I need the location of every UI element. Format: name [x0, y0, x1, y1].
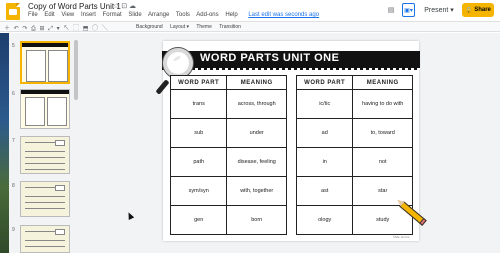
- slides-logo-icon[interactable]: [6, 3, 20, 20]
- table-row: trans across, through: [169, 89, 287, 119]
- meaning-cell: with, together: [226, 176, 287, 206]
- share-button[interactable]: 🔒 Share: [462, 3, 494, 17]
- menu-help[interactable]: Help: [225, 12, 237, 18]
- word-part-cell: ology: [295, 205, 354, 235]
- table-row: ology study: [295, 205, 413, 235]
- table-row: sym/syn with, together: [169, 176, 287, 206]
- slide-number: 9: [12, 227, 15, 233]
- meaning-cell: across, through: [226, 89, 287, 119]
- word-part-cell: sym/syn: [169, 176, 228, 206]
- table-row: sub under: [169, 118, 287, 148]
- menu-arrange[interactable]: Arrange: [148, 12, 169, 18]
- word-parts-table-right[interactable]: WORD PART MEANING ic/tic having to do wi…: [295, 75, 413, 235]
- meaning-cell: under: [226, 118, 287, 148]
- slide-thumbnail-9[interactable]: [20, 225, 70, 253]
- slide-title[interactable]: WORD PARTS UNIT ONE: [200, 52, 339, 64]
- meaning-cell: born: [226, 205, 287, 235]
- column-header-meaning: MEANING: [352, 75, 413, 90]
- word-part-cell: ic/tic: [295, 89, 354, 119]
- word-parts-table-left[interactable]: WORD PART MEANING trans across, through …: [169, 75, 287, 235]
- word-part-cell: in: [295, 147, 354, 177]
- star-move-cloud-icons[interactable]: ☆ ⊡ ☁: [113, 2, 136, 10]
- toolbar: ＋ ↶ ↷ ⎙ ⊞ ⤢ ▾ ↖ ⬚ ⬒ ◯ ╲ Background Layou…: [0, 21, 500, 32]
- present-label: Present: [424, 6, 449, 14]
- table-row: path disease, feeling: [169, 147, 287, 177]
- word-part-cell: path: [169, 147, 228, 177]
- word-part-cell: ad: [295, 118, 354, 148]
- column-header-word-part: WORD PART: [169, 75, 228, 90]
- toolbar-icons[interactable]: ＋ ↶ ↷ ⎙ ⊞ ⤢ ▾ ↖ ⬚ ⬒ ◯ ╲: [4, 23, 109, 33]
- background-button[interactable]: Background: [136, 24, 163, 30]
- word-part-cell: trans: [169, 89, 228, 119]
- meaning-cell: having to do with: [352, 89, 413, 119]
- menu-slide[interactable]: Slide: [128, 12, 141, 18]
- transition-button[interactable]: Transition: [219, 24, 241, 30]
- column-header-meaning: MEANING: [226, 75, 287, 90]
- slide-number: 8: [12, 183, 15, 189]
- slide-number: 6: [12, 91, 15, 97]
- filmstrip-scrollbar[interactable]: [74, 40, 78, 100]
- menu-edit[interactable]: Edit: [44, 12, 54, 18]
- app-header: Copy of Word Parts Unit 1 ☆ ⊡ ☁ File Edi…: [0, 0, 500, 21]
- meaning-cell: to, toward: [352, 118, 413, 148]
- table-row: gen born: [169, 205, 287, 235]
- menu-file[interactable]: File: [28, 12, 38, 18]
- meaning-cell: disease, feeling: [226, 147, 287, 177]
- slide-thumbnail-8[interactable]: [20, 181, 70, 217]
- slide-credit: ©Ms. Liz Inc.: [393, 235, 411, 239]
- menu-view[interactable]: View: [61, 12, 74, 18]
- menu-insert[interactable]: Insert: [81, 12, 96, 18]
- banner-stripes: [162, 68, 420, 70]
- meaning-cell: not: [352, 147, 413, 177]
- meet-present-icon[interactable]: ▣▾: [402, 3, 415, 17]
- document-title[interactable]: Copy of Word Parts Unit 1: [28, 2, 121, 11]
- slide-number: 7: [12, 138, 15, 144]
- column-header-word-part: WORD PART: [295, 75, 354, 90]
- table-row: ic/tic having to do with: [295, 89, 413, 119]
- desktop-background: [0, 33, 9, 253]
- slide-thumbnail-5[interactable]: [20, 41, 70, 84]
- menu-addons[interactable]: Add-ons: [196, 12, 218, 18]
- theme-button[interactable]: Theme: [196, 24, 212, 30]
- share-label: Share: [474, 7, 491, 13]
- slide-thumbnail-6[interactable]: [20, 89, 70, 129]
- word-part-cell: sub: [169, 118, 228, 148]
- table-row: ad to, toward: [295, 118, 413, 148]
- menu-bar: File Edit View Insert Format Slide Arran…: [28, 12, 324, 18]
- word-part-cell: gen: [169, 205, 228, 235]
- last-edit-link[interactable]: Last edit was seconds ago: [248, 12, 319, 18]
- slide-thumbnail-7[interactable]: [20, 136, 70, 174]
- magnifying-glass-icon: [163, 48, 193, 78]
- present-button[interactable]: Present ▾: [420, 3, 458, 17]
- slide-number: 5: [12, 43, 15, 49]
- menu-format[interactable]: Format: [103, 12, 122, 18]
- table-row: in not: [295, 147, 413, 177]
- word-part-cell: ast: [295, 176, 354, 206]
- menu-tools[interactable]: Tools: [176, 12, 190, 18]
- layout-button[interactable]: Layout ▾: [170, 24, 189, 30]
- comment-history-icon[interactable]: ▤: [384, 3, 398, 17]
- toolbar-text-items: Background Layout ▾ Theme Transition: [136, 24, 247, 30]
